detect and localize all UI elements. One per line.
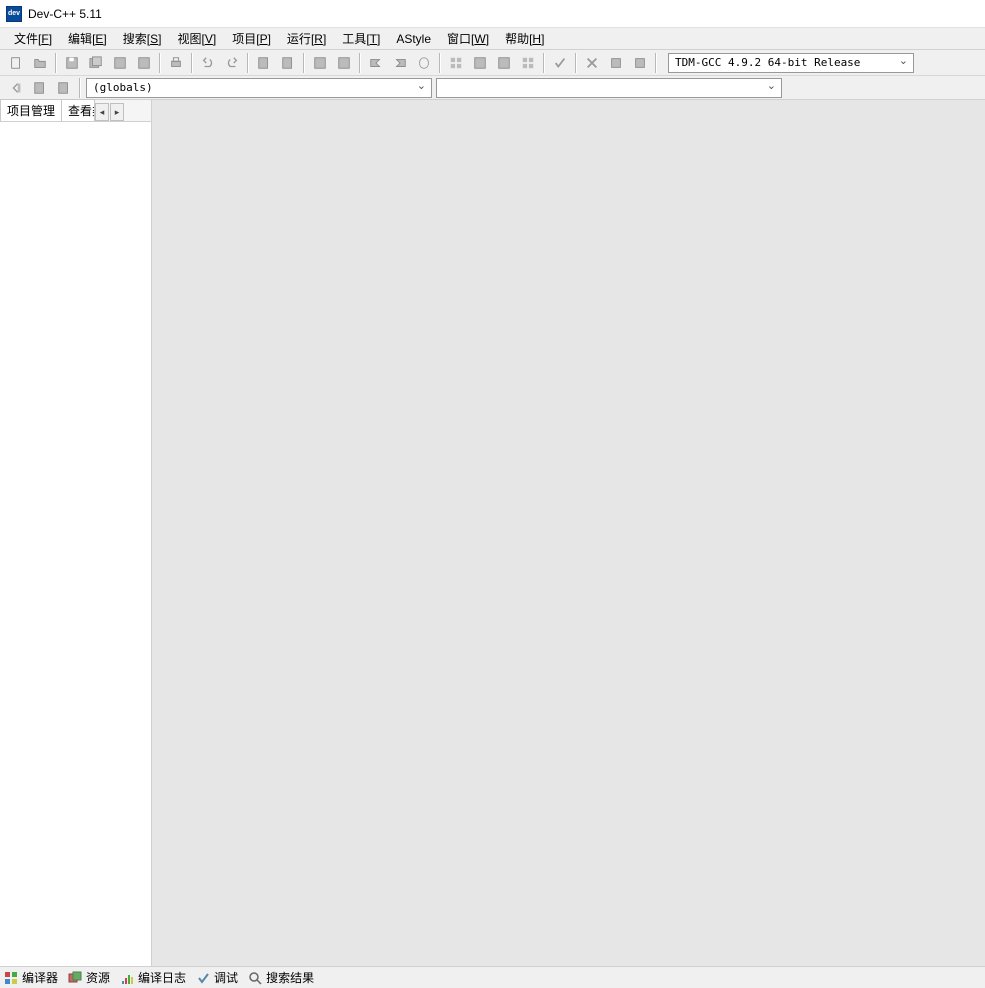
separator [191,53,193,73]
compile-log-tab-icon [120,971,134,985]
compiler-tab-icon [4,971,18,985]
app-icon: dev [6,6,22,22]
search-results-tab-icon [248,971,262,985]
grid3-icon[interactable] [493,52,515,74]
tab-compiler-label: 编译器 [22,969,58,986]
close-icon[interactable] [581,52,603,74]
grid1-icon[interactable] [445,52,467,74]
scope-toolbar: (globals) [0,76,985,100]
window-title: Dev-C++ 5.11 [28,7,102,21]
left-panel-tabs: 项目管理 查看类 ◂ ▸ [0,100,151,122]
save-icon[interactable] [61,52,83,74]
separator [55,53,57,73]
new-file-icon[interactable] [5,52,27,74]
tab-resources[interactable]: 资源 [68,969,110,986]
tab-scroll-left-icon[interactable]: ◂ [95,103,109,121]
debug-tab-icon [196,971,210,985]
menu-astyle[interactable]: AStyle [388,30,439,48]
separator [655,53,657,73]
compile-run-icon[interactable] [365,52,387,74]
tool2-icon[interactable] [629,52,651,74]
separator [247,53,249,73]
menu-tools[interactable]: 工具[T] [334,28,388,49]
tab-classes[interactable]: 查看类 [61,99,95,121]
menu-file[interactable]: 文件[F] [6,28,60,49]
open-icon[interactable] [29,52,51,74]
editor-area[interactable] [152,100,985,966]
menu-search[interactable]: 搜索[S] [115,28,170,49]
globals-select[interactable]: (globals) [86,78,432,98]
save-as-icon[interactable] [109,52,131,74]
debug-icon[interactable] [413,52,435,74]
tab-search-results[interactable]: 搜索结果 [248,969,314,986]
members-select[interactable] [436,78,782,98]
tab-compile-log-label: 编译日志 [138,969,186,986]
separator [79,78,81,98]
grid4-icon[interactable] [517,52,539,74]
separator [159,53,161,73]
tool-icon[interactable] [605,52,627,74]
bookmark-prev-icon[interactable] [29,77,51,99]
menu-project[interactable]: 项目[P] [224,28,279,49]
left-panel: 项目管理 查看类 ◂ ▸ [0,100,152,966]
tab-compile-log[interactable]: 编译日志 [120,969,186,986]
separator [359,53,361,73]
run-icon[interactable] [333,52,355,74]
tab-search-results-label: 搜索结果 [266,969,314,986]
separator [543,53,545,73]
separator [303,53,305,73]
print-icon[interactable] [165,52,187,74]
compile-icon[interactable] [309,52,331,74]
menu-help[interactable]: 帮助[H] [497,28,552,49]
separator [575,53,577,73]
separator [439,53,441,73]
main-area: 项目管理 查看类 ◂ ▸ [0,100,985,966]
compiler-select[interactable]: TDM-GCC 4.9.2 64-bit Release [668,53,914,73]
save-all-icon[interactable] [85,52,107,74]
menu-view[interactable]: 视图[V] [169,28,224,49]
tab-scroll-right-icon[interactable]: ▸ [110,103,124,121]
undo-icon[interactable] [197,52,219,74]
menubar: 文件[F] 编辑[E] 搜索[S] 视图[V] 项目[P] 运行[R] 工具[T… [0,28,985,50]
tab-compiler[interactable]: 编译器 [4,969,58,986]
check-icon[interactable] [549,52,571,74]
find-icon[interactable] [253,52,275,74]
tab-debug-label: 调试 [214,969,238,986]
tab-debug[interactable]: 调试 [196,969,238,986]
tab-project[interactable]: 项目管理 [0,99,62,121]
menu-run[interactable]: 运行[R] [279,28,334,49]
menu-edit[interactable]: 编辑[E] [60,28,115,49]
grid2-icon[interactable] [469,52,491,74]
rebuild-icon[interactable] [389,52,411,74]
bottom-tabs: 编译器 资源 编译日志 调试 搜索结果 [0,966,985,988]
main-toolbar: TDM-GCC 4.9.2 64-bit Release [0,50,985,76]
project-tree[interactable] [0,122,151,966]
save-project-icon[interactable] [133,52,155,74]
bookmark-next-icon[interactable] [53,77,75,99]
titlebar: dev Dev-C++ 5.11 [0,0,985,28]
redo-icon[interactable] [221,52,243,74]
goto-back-icon[interactable] [5,77,27,99]
replace-icon[interactable] [277,52,299,74]
menu-window[interactable]: 窗口[W] [439,28,497,49]
resources-tab-icon [68,971,82,985]
tab-resources-label: 资源 [86,969,110,986]
